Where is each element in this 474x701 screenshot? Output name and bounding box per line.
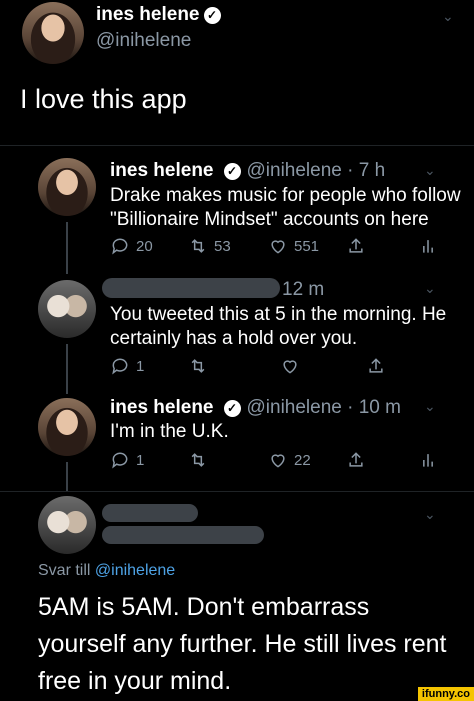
verified-icon: ✓ [203, 6, 221, 24]
chevron-down-icon[interactable]: ⌄ [424, 162, 436, 179]
tweet3-name[interactable]: ines helene [110, 397, 214, 419]
reply-icon [112, 238, 128, 255]
tweet3-like-count: 22 [294, 451, 311, 469]
tweet2-reply-count: 1 [136, 357, 145, 375]
chevron-down-icon[interactable]: ⌄ [424, 398, 436, 415]
chevron-down-icon[interactable]: ⌄ [442, 8, 454, 25]
tweet2-reply-button[interactable]: 1 [110, 356, 144, 376]
tweet3-like-button[interactable]: 22 [268, 450, 311, 470]
thread-line [66, 222, 68, 274]
chevron-down-icon[interactable]: ⌄ [424, 280, 436, 297]
reply-to-prefix: Svar till [38, 562, 91, 579]
tweet2-text-line1: You tweeted this at 5 in the morning. He [110, 304, 447, 325]
tweet1-name[interactable]: ines helene [110, 160, 214, 182]
tweet1-share-button[interactable] [346, 236, 366, 256]
analytics-icon [423, 240, 433, 253]
tweet1-text-line2: "Billionaire Mindset" accounts on here [110, 209, 429, 230]
tweet3-reply-button[interactable]: 1 [110, 450, 144, 470]
watermark-text: ifunny.co [421, 688, 470, 700]
retweet-icon [191, 359, 205, 373]
thread-line [66, 344, 68, 394]
retweet-icon [191, 239, 205, 253]
tweet3-reply-count: 1 [136, 451, 145, 469]
tweet1-text-line1: Drake makes music for people who follow [110, 185, 461, 206]
tweet3-header: ines helene ✓ @inihelene · 10 m [110, 397, 401, 419]
tweet3-retweet-button[interactable] [188, 450, 208, 470]
share-icon [349, 238, 363, 253]
verified-icon: ✓ [223, 162, 241, 180]
watermark: ifunny.co [417, 687, 474, 701]
tweet1-analytics-button[interactable] [418, 236, 438, 256]
thread-line [66, 462, 68, 492]
tweet3-analytics-button[interactable] [418, 450, 438, 470]
tweet1-reply-button[interactable]: 20 [110, 236, 153, 256]
divider [0, 491, 474, 492]
tweet3-handle-time[interactable]: @inihelene · 10 m [247, 397, 401, 419]
tweet1-retweet-count: 53 [214, 237, 231, 255]
header-name[interactable]: ines helene [96, 4, 200, 26]
heart-icon [271, 240, 285, 254]
redacted-name [102, 504, 198, 522]
reply-to-handle[interactable]: @inihelene [95, 562, 175, 579]
reply-text-line1: 5AM is 5AM. Don't embarrass [38, 593, 370, 621]
tweet1-retweet-button[interactable]: 53 [188, 236, 231, 256]
tweet2-avatar[interactable] [38, 280, 96, 338]
tweet2-time[interactable]: 12 m [282, 279, 324, 301]
heart-icon [283, 360, 297, 374]
tweet3-text: I'm in the U.K. [110, 421, 229, 442]
reply-icon [112, 452, 128, 469]
tweet2-text-line2: certainly has a hold over you. [110, 328, 358, 349]
share-icon [369, 358, 383, 373]
header-avatar[interactable] [22, 2, 84, 64]
header-handle[interactable]: @inihelene [96, 30, 191, 52]
reply-to-line: Svar till @inihelene [38, 562, 175, 580]
chevron-down-icon[interactable]: ⌄ [424, 506, 436, 523]
tweet1-header: ines helene ✓ @inihelene · 7 h [110, 160, 385, 182]
analytics-icon [423, 454, 433, 467]
tweet1-avatar[interactable] [38, 158, 96, 216]
reply-text-line2: yourself any further. He still lives ren… [38, 630, 447, 658]
tweet2-like-button[interactable] [280, 356, 300, 376]
redacted-handle [102, 526, 264, 544]
main-tweet-text: I love this app [20, 84, 187, 114]
tweet2-retweet-button[interactable] [188, 356, 208, 376]
tweet3-avatar[interactable] [38, 398, 96, 456]
divider [0, 145, 474, 146]
redacted-name [102, 278, 280, 298]
header-name-row: ines helene ✓ [96, 4, 221, 26]
tweet2-share-button[interactable] [366, 356, 386, 376]
tweet3-share-button[interactable] [346, 450, 366, 470]
tweet1-like-button[interactable]: 551 [268, 236, 319, 256]
tweet1-handle-time[interactable]: @inihelene · 7 h [247, 160, 386, 182]
tweet1-reply-count: 20 [136, 237, 153, 255]
heart-icon [271, 454, 285, 468]
reply-avatar[interactable] [38, 496, 96, 554]
share-icon [349, 452, 363, 467]
reply-icon [112, 358, 128, 375]
reply-text-line3: free in your mind. [38, 667, 232, 695]
verified-icon: ✓ [223, 399, 241, 417]
retweet-icon [191, 453, 205, 467]
tweet1-like-count: 551 [294, 237, 320, 255]
